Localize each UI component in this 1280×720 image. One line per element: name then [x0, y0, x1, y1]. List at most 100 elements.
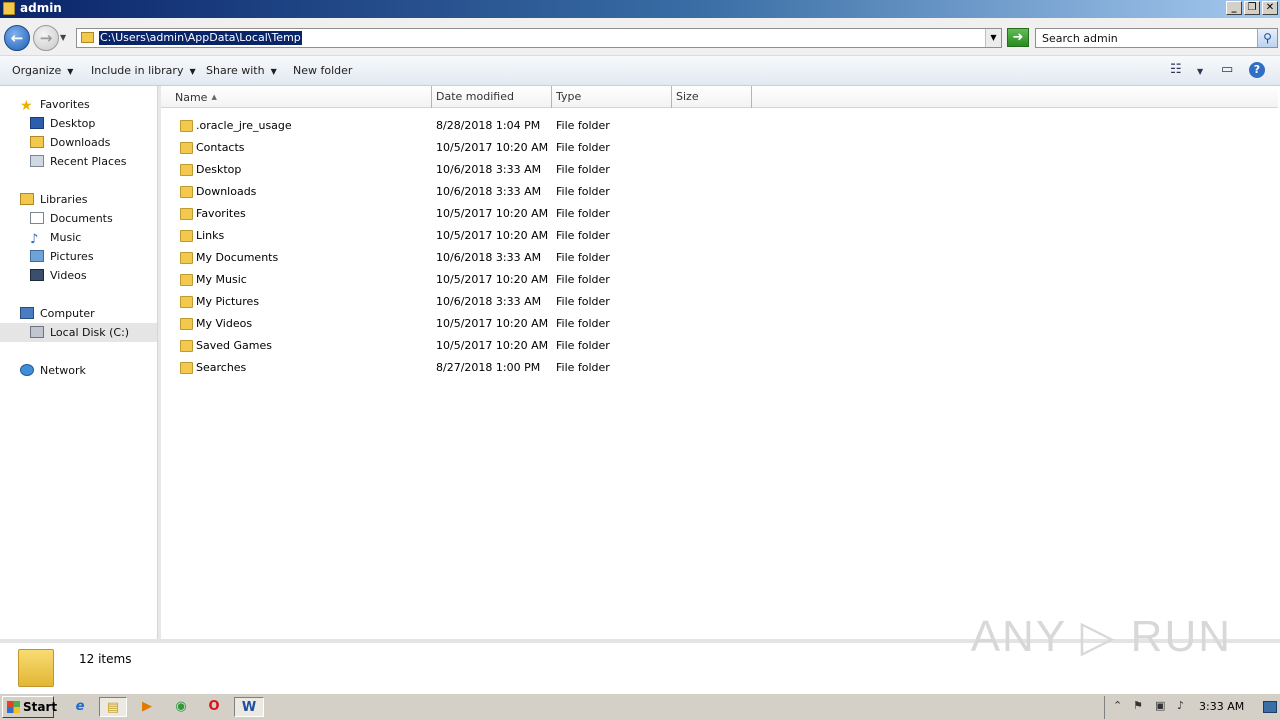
- documents-icon: [30, 212, 44, 224]
- nav-item-videos[interactable]: Videos: [30, 266, 87, 285]
- action-center-flag-icon[interactable]: ⚑: [1133, 699, 1143, 712]
- search-input[interactable]: Search admin ⚲: [1035, 28, 1278, 48]
- folder-icon: [180, 252, 193, 264]
- start-button[interactable]: Start: [2, 696, 57, 718]
- network-icon[interactable]: ▣: [1155, 699, 1165, 712]
- new-folder-button[interactable]: New folder: [293, 64, 352, 77]
- address-bar[interactable]: C:\Users\admin\AppData\Local\Temp ▼: [76, 28, 1002, 48]
- help-icon[interactable]: ?: [1249, 62, 1265, 78]
- file-date-modified: 10/5/2017 10:20 AM: [436, 273, 549, 286]
- nav-label: Pictures: [50, 250, 94, 263]
- table-row[interactable]: Links 10/5/2017 10:20 AM File folder: [161, 225, 761, 247]
- show-hidden-icons-button[interactable]: ⌃: [1113, 699, 1122, 712]
- nav-label: Libraries: [40, 193, 88, 206]
- table-row[interactable]: Desktop 10/6/2018 3:33 AM File folder: [161, 159, 761, 181]
- search-icon[interactable]: ⚲: [1257, 29, 1277, 47]
- preview-pane-icon[interactable]: ▭: [1221, 62, 1233, 77]
- nav-item-local-disk[interactable]: Local Disk (C:): [30, 323, 129, 342]
- column-header-date-modified[interactable]: Date modified: [432, 86, 552, 108]
- file-date-modified: 10/5/2017 10:20 AM: [436, 317, 549, 330]
- window-title: admin: [20, 1, 62, 15]
- nav-item-downloads[interactable]: Downloads: [30, 133, 110, 152]
- table-row[interactable]: Saved Games 10/5/2017 10:20 AM File folder: [161, 335, 761, 357]
- column-label: Date modified: [436, 90, 514, 103]
- file-name: My Pictures: [196, 295, 260, 308]
- table-row[interactable]: My Pictures 10/6/2018 3:33 AM File folder: [161, 291, 761, 313]
- nav-item-favorites[interactable]: ★ Favorites: [20, 95, 90, 114]
- windows-logo-icon: [7, 701, 20, 713]
- nav-label: Desktop: [50, 117, 96, 130]
- address-dropdown-button[interactable]: ▼: [985, 29, 1001, 47]
- table-row[interactable]: My Documents 10/6/2018 3:33 AM File folder: [161, 247, 761, 269]
- table-row[interactable]: Contacts 10/5/2017 10:20 AM File folder: [161, 137, 761, 159]
- file-date-modified: 10/5/2017 10:20 AM: [436, 207, 549, 220]
- windows-explorer-icon[interactable]: ▤: [99, 697, 127, 717]
- nav-item-recent-places[interactable]: Recent Places: [30, 152, 127, 171]
- nav-item-network[interactable]: Network: [20, 361, 86, 380]
- media-player-icon[interactable]: ▶: [136, 697, 158, 717]
- file-date-modified: 10/6/2018 3:33 AM: [436, 295, 542, 308]
- back-button[interactable]: ←: [4, 25, 30, 51]
- table-row[interactable]: Favorites 10/5/2017 10:20 AM File folder: [161, 203, 761, 225]
- nav-item-computer[interactable]: Computer: [20, 304, 95, 323]
- forward-button[interactable]: →: [33, 25, 59, 51]
- table-row[interactable]: Downloads 10/6/2018 3:33 AM File folder: [161, 181, 761, 203]
- word-icon[interactable]: W: [234, 697, 264, 717]
- clock[interactable]: 3:33 AM: [1199, 700, 1244, 713]
- table-row[interactable]: My Videos 10/5/2017 10:20 AM File folder: [161, 313, 761, 335]
- file-date-modified: 10/6/2018 3:33 AM: [436, 251, 542, 264]
- folder-icon: [180, 362, 193, 374]
- column-header-size[interactable]: Size: [672, 86, 752, 108]
- file-type: File folder: [556, 141, 610, 154]
- folder-icon: [18, 649, 54, 687]
- file-type: File folder: [556, 207, 610, 220]
- file-name: Favorites: [196, 207, 246, 220]
- organize-button[interactable]: Organize ▼: [12, 64, 73, 77]
- include-in-library-label: Include in library: [91, 64, 184, 77]
- nav-item-documents[interactable]: Documents: [30, 209, 113, 228]
- folder-icon: [180, 274, 193, 286]
- file-type: File folder: [556, 361, 610, 374]
- maximize-button[interactable]: ❐: [1244, 1, 1260, 15]
- details-pane: 12 items ANY ▷ RUN: [0, 612, 1280, 693]
- nav-item-desktop[interactable]: Desktop: [30, 114, 95, 133]
- file-list: Name ▲ Date modified Type Size .oracle_jr…: [161, 86, 1280, 639]
- show-desktop-icon[interactable]: [1263, 701, 1277, 713]
- opera-icon[interactable]: O: [203, 697, 225, 717]
- close-button[interactable]: ✕: [1262, 1, 1278, 15]
- file-type: File folder: [556, 119, 610, 132]
- folder-icon: [180, 120, 193, 132]
- table-row[interactable]: .oracle_jre_usage 8/28/2018 1:04 PM File f…: [161, 115, 761, 137]
- star-icon: ★: [20, 98, 33, 114]
- chrome-icon[interactable]: ◉: [170, 697, 192, 717]
- organize-label: Organize: [12, 64, 62, 77]
- table-row[interactable]: My Music 10/5/2017 10:20 AM File folder: [161, 269, 761, 291]
- videos-icon: [30, 269, 44, 281]
- go-button[interactable]: ➜: [1007, 28, 1029, 47]
- watermark-logo: ANY ▷ RUN: [970, 612, 1232, 661]
- file-type: File folder: [556, 273, 610, 286]
- item-count: 12 items: [79, 652, 132, 666]
- table-row[interactable]: Searches 8/27/2018 1:00 PM File folder: [161, 357, 761, 379]
- column-header-name[interactable]: Name ▲: [161, 86, 432, 108]
- include-in-library-button[interactable]: Include in library ▼: [91, 64, 196, 77]
- window-title-bar[interactable]: admin _ ❐ ✕: [0, 0, 1280, 18]
- minimize-button[interactable]: _: [1226, 1, 1242, 15]
- address-path[interactable]: C:\Users\admin\AppData\Local\Temp: [99, 31, 302, 45]
- back-arrow-icon: ←: [10, 29, 24, 47]
- folder-icon: [180, 142, 193, 154]
- share-with-button[interactable]: Share with ▼: [206, 64, 277, 77]
- music-icon: ♪: [30, 232, 39, 247]
- views-dropdown-button[interactable]: ▼: [1197, 67, 1203, 76]
- views-icon[interactable]: ☷: [1170, 62, 1182, 77]
- column-header-type[interactable]: Type: [552, 86, 672, 108]
- nav-item-pictures[interactable]: Pictures: [30, 247, 94, 266]
- nav-item-music[interactable]: ♪ Music: [30, 228, 81, 247]
- nav-item-libraries[interactable]: Libraries: [20, 190, 88, 209]
- file-name: Saved Games: [196, 339, 272, 352]
- recent-pages-dropdown[interactable]: ▼: [60, 33, 66, 42]
- desktop-icon: [30, 117, 44, 129]
- volume-icon[interactable]: ♪: [1177, 699, 1184, 712]
- file-name: Links: [196, 229, 225, 242]
- internet-explorer-icon[interactable]: e: [69, 697, 91, 717]
